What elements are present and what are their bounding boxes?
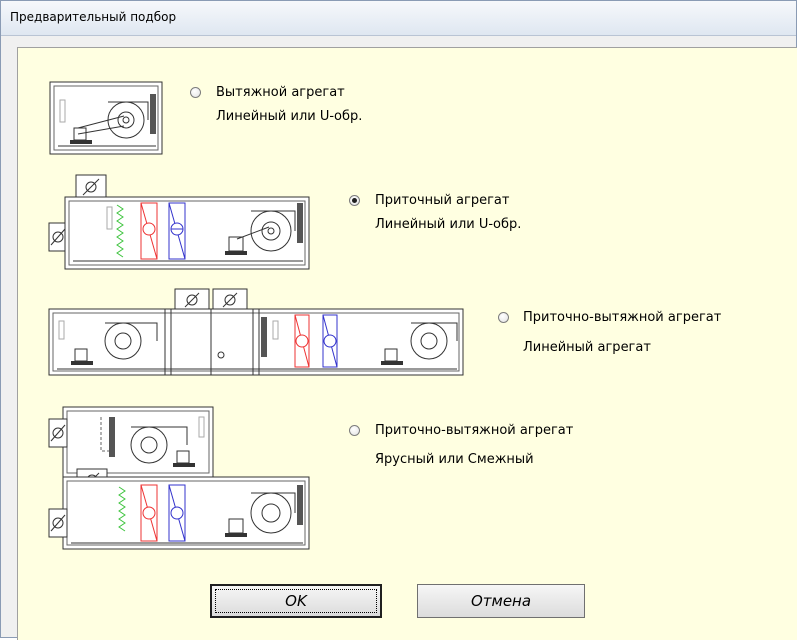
option-supply-exhaust-tiered-line1: Приточно-вытяжной агрегат — [375, 423, 574, 438]
exhaust-unit-diagram — [49, 81, 163, 155]
radio-supply-exhaust-linear[interactable] — [498, 312, 509, 323]
option-supply-line2: Линейный или U-обр. — [375, 217, 522, 232]
option-exhaust-line2: Линейный или U-обр. — [216, 109, 363, 124]
cancel-button[interactable]: Отмена — [417, 584, 585, 618]
window-title: Предварительный подбор — [10, 10, 177, 24]
title-bar: Предварительный подбор — [1, 1, 796, 36]
option-supply-line1: Приточный агрегат — [375, 193, 510, 208]
radio-supply-unit[interactable] — [349, 195, 360, 206]
supply-exhaust-linear-diagram — [48, 288, 464, 376]
option-supply-exhaust-linear-line2: Линейный агрегат — [523, 340, 651, 355]
supply-exhaust-tiered-diagram — [48, 406, 310, 550]
focus-rectangle — [215, 589, 377, 613]
option-exhaust-line1: Вытяжной агрегат — [216, 85, 345, 100]
radio-supply-exhaust-tiered[interactable] — [349, 425, 360, 436]
ok-button[interactable]: OK — [210, 584, 382, 618]
cancel-button-label: Отмена — [470, 592, 532, 610]
option-supply-exhaust-tiered-line2: Ярусный или Смежный — [375, 452, 534, 467]
dialog-window: Предварительный подбор Вытяжной агрегат … — [0, 0, 797, 640]
option-supply-exhaust-linear-line1: Приточно-вытяжной агрегат — [523, 310, 722, 325]
radio-exhaust-unit[interactable] — [190, 87, 201, 98]
supply-unit-diagram — [48, 174, 310, 270]
